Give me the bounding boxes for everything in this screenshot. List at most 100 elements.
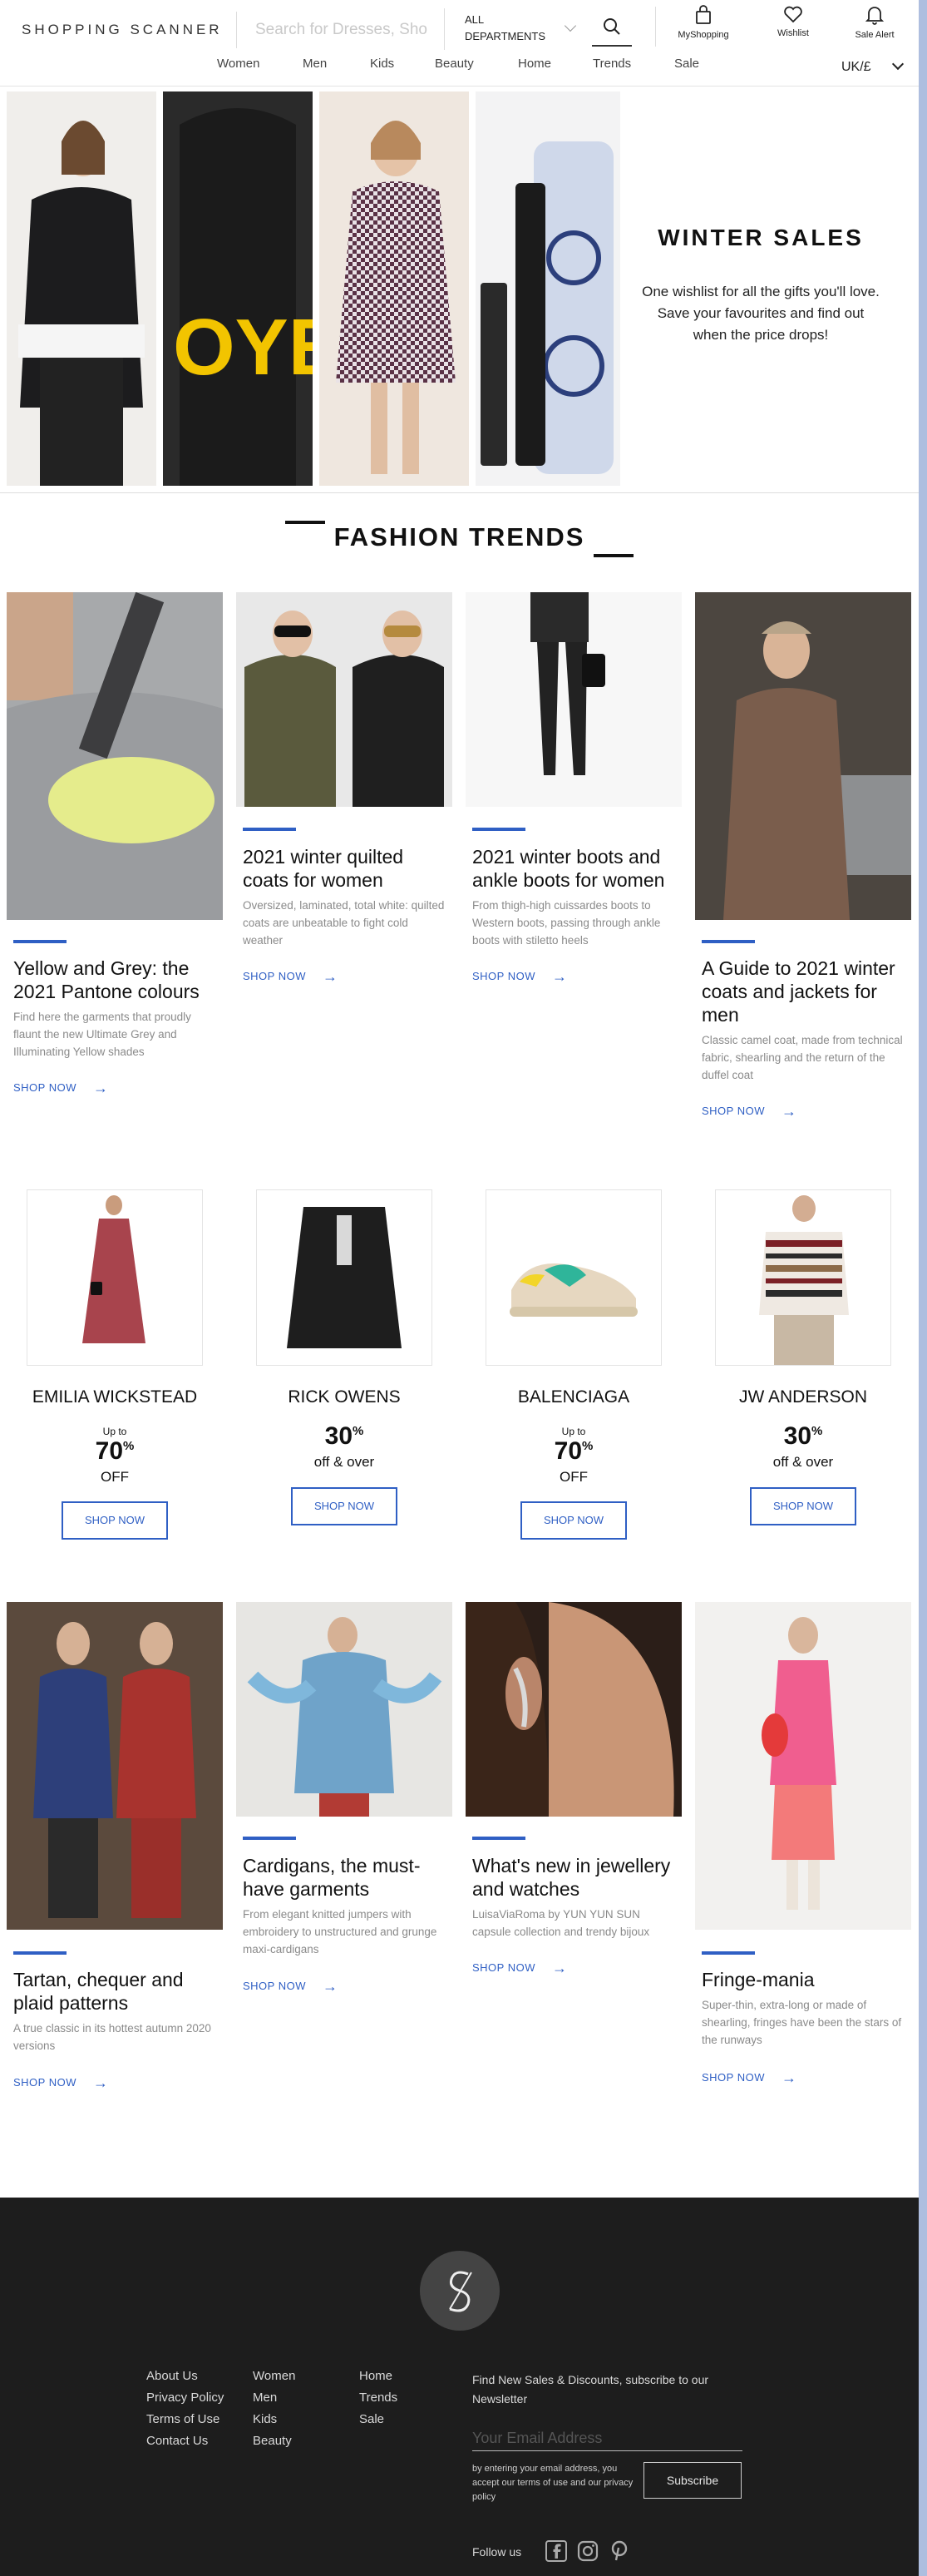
newsletter-email-input[interactable]: Your Email Address bbox=[472, 2425, 742, 2451]
footer-link[interactable]: About Us bbox=[146, 2369, 198, 2383]
shop-now-link[interactable]: SHOP NOW → bbox=[243, 1978, 338, 1995]
trend-card-image[interactable] bbox=[466, 1602, 682, 1817]
deal-shop-button[interactable]: SHOP NOW bbox=[291, 1487, 397, 1525]
deal-product-image[interactable] bbox=[486, 1189, 662, 1366]
deal-suffix: off & over bbox=[772, 1454, 834, 1470]
trend-card-desc: A true classic in its hottest autumn 202… bbox=[13, 2022, 211, 2052]
deal-suffix: OFF bbox=[560, 1469, 588, 1485]
shop-now-label: SHOP NOW bbox=[702, 2071, 765, 2084]
trend-card-title[interactable]: A Guide to 2021 winter coats and jackets… bbox=[702, 957, 910, 1026]
deal-brand[interactable]: BALENCIAGA bbox=[466, 1387, 682, 1407]
region-select[interactable]: UK/£ bbox=[841, 60, 871, 75]
sale-alert-button[interactable]: Sale Alert bbox=[841, 5, 908, 40]
newsletter-text: Find New Sales & Discounts, subscribe to… bbox=[472, 2373, 709, 2405]
nav-item-trends[interactable]: Trends bbox=[593, 57, 631, 71]
deal-product-image[interactable] bbox=[715, 1189, 891, 1366]
nav-item-sale[interactable]: Sale bbox=[674, 57, 699, 71]
footer-link[interactable]: Beauty bbox=[253, 2434, 292, 2448]
trend-card-image[interactable] bbox=[7, 1602, 223, 1930]
trend-card-title[interactable]: 2021 winter quilted coats for women bbox=[243, 845, 451, 892]
trend-card-image[interactable] bbox=[236, 1602, 452, 1817]
trend-image-illustration bbox=[466, 1602, 682, 1817]
wishlist-label: Wishlist bbox=[777, 28, 809, 38]
deal-brand[interactable]: EMILIA WICKSTEAD bbox=[7, 1387, 223, 1407]
page-scrollbar[interactable] bbox=[919, 0, 927, 2576]
deal-product-image[interactable] bbox=[256, 1189, 432, 1366]
trend-card-image[interactable] bbox=[695, 592, 911, 920]
instagram-icon[interactable] bbox=[577, 2540, 599, 2562]
trend-card-title[interactable]: 2021 winter boots and ankle boots for wo… bbox=[472, 845, 680, 892]
arrow-right-icon: → bbox=[93, 1080, 109, 1096]
shop-now-link[interactable]: SHOP NOW → bbox=[702, 2069, 797, 2087]
footer-link[interactable]: Women bbox=[253, 2369, 295, 2383]
site-header: SHOPPING SCANNER Search for Dresses, Sho… bbox=[0, 0, 919, 87]
trend-card-image[interactable] bbox=[7, 592, 223, 920]
deal-shop-button[interactable]: SHOP NOW bbox=[520, 1501, 627, 1540]
hero-image-hoodie[interactable]: OYE bbox=[163, 91, 313, 486]
shop-now-link[interactable]: SHOP NOW → bbox=[702, 1103, 797, 1120]
trend-card-image[interactable] bbox=[466, 592, 682, 807]
arrow-right-icon: → bbox=[782, 1103, 797, 1120]
pinterest-icon[interactable] bbox=[609, 2540, 630, 2562]
shop-now-link[interactable]: SHOP NOW → bbox=[472, 968, 568, 986]
deal-upto: Up to bbox=[102, 1426, 127, 1437]
deal-percent: 30% bbox=[324, 1422, 364, 1450]
trend-card-desc: Classic camel coat, made from technical … bbox=[702, 1034, 903, 1081]
hero-dress-illustration bbox=[319, 91, 469, 486]
footer-link[interactable]: Men bbox=[253, 2391, 277, 2405]
bell-icon bbox=[865, 7, 884, 25]
shop-now-link[interactable]: SHOP NOW → bbox=[13, 1080, 109, 1097]
trend-card-title[interactable]: What's new in jewellery and watches bbox=[472, 1854, 680, 1901]
wishlist-button[interactable]: Wishlist bbox=[760, 5, 826, 38]
footer-link[interactable]: Sale bbox=[359, 2412, 384, 2426]
nav-item-men[interactable]: Men bbox=[303, 57, 327, 71]
department-select[interactable]: ALL DEPARTMENTS bbox=[444, 8, 585, 50]
shop-now-label: SHOP NOW bbox=[472, 1961, 535, 1974]
deal-product-illustration bbox=[82, 1195, 145, 1343]
shop-now-link[interactable]: SHOP NOW → bbox=[472, 1960, 568, 1977]
shop-now-link[interactable]: SHOP NOW → bbox=[13, 2074, 109, 2092]
shop-now-label: SHOP NOW bbox=[13, 1081, 76, 1094]
deal-shop-button[interactable]: SHOP NOW bbox=[62, 1501, 168, 1540]
footer-link[interactable]: Privacy Policy bbox=[146, 2391, 224, 2405]
title-accent-line bbox=[594, 554, 634, 557]
arrow-right-icon: → bbox=[323, 968, 338, 985]
trend-card-title[interactable]: Yellow and Grey: the 2021 Pantone colour… bbox=[13, 957, 221, 1003]
facebook-icon[interactable] bbox=[545, 2540, 567, 2562]
nav-item-women[interactable]: Women bbox=[217, 57, 259, 71]
trend-card-image[interactable] bbox=[236, 592, 452, 807]
department-label: ALL DEPARTMENTS bbox=[465, 13, 546, 42]
deal-brand[interactable]: RICK OWENS bbox=[236, 1387, 452, 1407]
nav-item-kids[interactable]: Kids bbox=[370, 57, 394, 71]
trend-card-title[interactable]: Tartan, chequer and plaid patterns bbox=[13, 1968, 221, 2015]
footer-link[interactable]: Home bbox=[359, 2369, 392, 2383]
deal-product-illustration bbox=[759, 1195, 849, 1365]
footer-link[interactable]: Terms of Use bbox=[146, 2412, 219, 2426]
nav-item-home[interactable]: Home bbox=[518, 57, 551, 71]
footer-logo[interactable] bbox=[420, 2251, 500, 2331]
arrow-right-icon: → bbox=[782, 2069, 797, 2086]
trend-image-illustration bbox=[7, 1602, 223, 1930]
search-button[interactable] bbox=[592, 7, 632, 47]
trend-card-title[interactable]: Cardigans, the must-have garments bbox=[243, 1854, 451, 1901]
footer-link[interactable]: Trends bbox=[359, 2391, 397, 2405]
hero-image-dress[interactable] bbox=[319, 91, 469, 486]
deal-product-image[interactable] bbox=[27, 1189, 203, 1366]
search-input[interactable]: Search for Dresses, Sho bbox=[236, 12, 444, 48]
nav-item-beauty[interactable]: Beauty bbox=[435, 57, 474, 71]
deal-shop-button[interactable]: SHOP NOW bbox=[750, 1487, 856, 1525]
site-logo[interactable]: SHOPPING SCANNER bbox=[22, 22, 223, 38]
chevron-down-icon bbox=[564, 19, 577, 32]
trend-card-title[interactable]: Fringe-mania bbox=[702, 1968, 910, 1991]
newsletter-disclaimer: by entering your email address, you acce… bbox=[472, 2464, 634, 2502]
myshopping-button[interactable]: MyShopping bbox=[670, 5, 737, 40]
hero-image-beauty[interactable] bbox=[476, 91, 620, 486]
footer-link[interactable]: Contact Us bbox=[146, 2434, 208, 2448]
subscribe-button[interactable]: Subscribe bbox=[643, 2462, 742, 2499]
hero-image-sweater[interactable] bbox=[7, 91, 156, 486]
deal-brand[interactable]: JW ANDERSON bbox=[695, 1387, 911, 1407]
footer-link[interactable]: Kids bbox=[253, 2412, 277, 2426]
trend-card-image[interactable] bbox=[695, 1602, 911, 1930]
card-accent-bar bbox=[13, 1951, 67, 1955]
shop-now-link[interactable]: SHOP NOW → bbox=[243, 968, 338, 986]
